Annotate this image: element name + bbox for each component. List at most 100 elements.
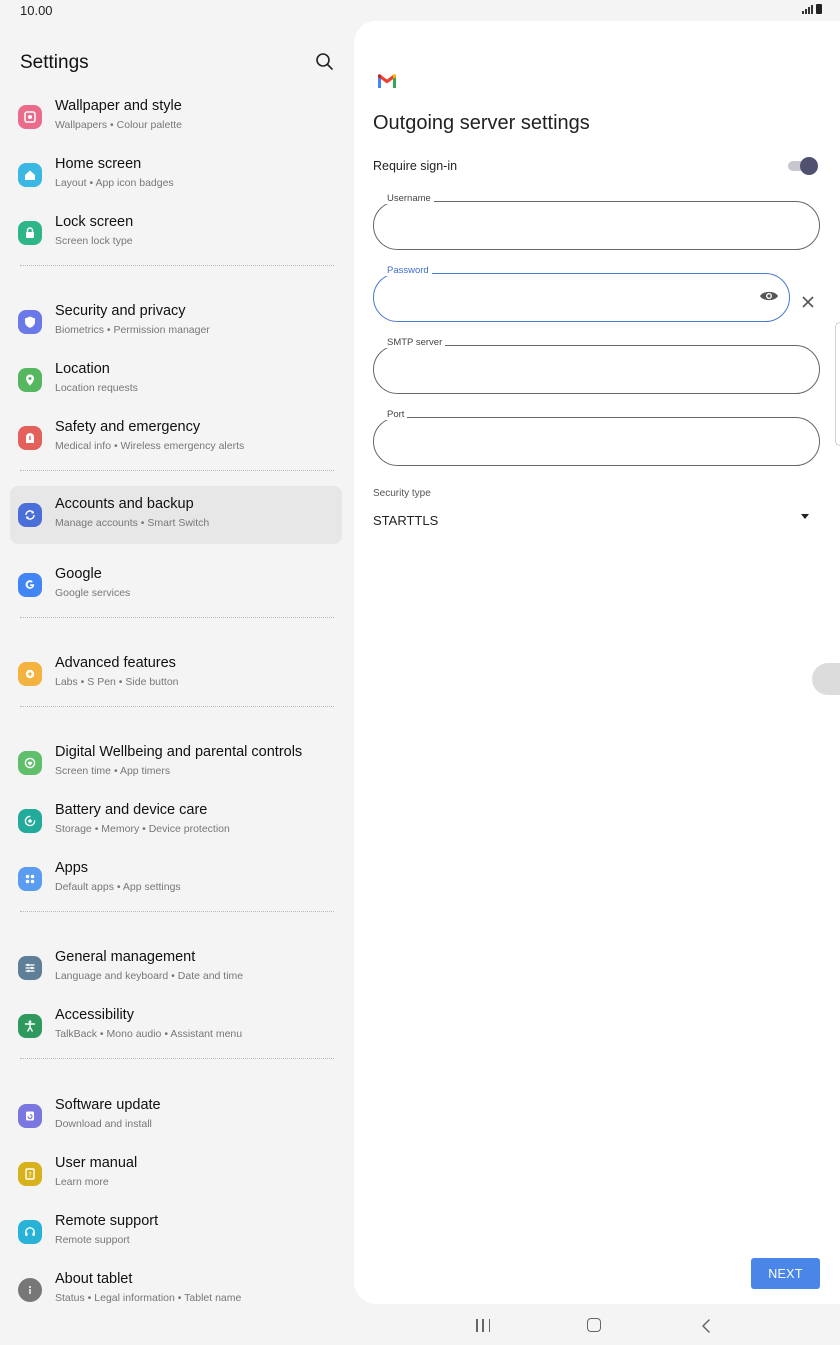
settings-item-title: Software update [55,1097,161,1113]
settings-item-remote-support[interactable]: Remote support Remote support [10,1203,342,1261]
show-password-eye-icon[interactable] [758,288,780,304]
settings-item-lock-screen[interactable]: Lock screen Screen lock type [10,204,342,262]
home-button[interactable] [587,1318,601,1332]
settings-item-subtitle: Google services [55,587,131,599]
settings-item-title: User manual [55,1155,138,1171]
settings-item-subtitle: Language and keyboard • Date and time [55,970,244,982]
divider [20,706,334,707]
headset-icon [18,1220,42,1244]
settings-item-title: About tablet [55,1271,133,1287]
settings-item-title: Remote support [55,1213,159,1229]
settings-item-title: Accounts and backup [55,496,194,512]
wallpaper-icon [18,105,42,129]
settings-item-subtitle: Wallpapers • Colour palette [55,119,183,131]
smtp-server-field[interactable]: SMTP server [373,337,820,394]
settings-item-location[interactable]: Location Location requests [10,351,342,409]
floating-edge-button[interactable] [812,663,840,695]
smtp-server-input[interactable] [388,358,805,382]
battery-icon [816,4,822,14]
signal-icon [802,4,813,14]
toggle-knob [800,157,818,175]
settings-item-subtitle: Medical info • Wireless emergency alerts [55,440,245,452]
settings-item-battery-and-device-care[interactable]: Battery and device care Storage • Memory… [10,792,342,850]
settings-item-title: Wallpaper and style [55,98,182,114]
settings-item-advanced-features[interactable]: Advanced features Labs • S Pen • Side bu… [10,645,342,703]
settings-item-subtitle: Remote support [55,1234,130,1246]
require-signin-label: Require sign-in [373,159,458,173]
settings-item-security-and-privacy[interactable]: Security and privacy Biometrics • Permis… [10,293,342,351]
settings-item-safety-and-emergency[interactable]: Safety and emergency Medical info • Wire… [10,409,342,467]
settings-item-subtitle: Screen lock type [55,235,133,247]
settings-item-title: Apps [55,860,89,876]
settings-item-subtitle: Labs • S Pen • Side button [55,676,179,688]
divider [20,265,334,266]
manual-icon: ? [18,1162,42,1186]
location-pin-icon [18,368,42,392]
status-bar: 10.00 [0,0,840,20]
settings-item-subtitle: Storage • Memory • Device protection [55,823,230,835]
gear-plus-icon [18,662,42,686]
port-field[interactable]: Port [373,409,820,466]
port-input[interactable] [388,430,805,454]
settings-item-digital-wellbeing[interactable]: Digital Wellbeing and parental controls … [10,734,342,792]
password-field[interactable]: Password [373,265,790,322]
status-icons [802,4,822,14]
settings-item-title: Digital Wellbeing and parental controls [55,744,303,760]
security-type-value: STARTTLS [373,513,439,528]
settings-item-user-manual[interactable]: ? User manual Learn more [10,1145,342,1203]
google-icon [18,573,42,597]
settings-item-accessibility[interactable]: Accessibility TalkBack • Mono audio • As… [10,997,342,1055]
emergency-icon [18,426,42,450]
settings-item-apps[interactable]: Apps Default apps • App settings [10,850,342,908]
search-icon[interactable] [314,51,336,73]
sliders-icon [18,956,42,980]
home-icon [18,163,42,187]
divider [20,911,334,912]
settings-item-title: General management [55,949,196,965]
settings-item-subtitle: Learn more [55,1176,109,1188]
port-label: Port [384,409,408,420]
next-button[interactable]: NEXT [751,1258,820,1289]
settings-item-home-screen[interactable]: Home screen Layout • App icon badges [10,146,342,204]
settings-item-title: Location [55,361,110,377]
username-label: Username [384,193,434,204]
username-field[interactable]: Username [373,193,820,250]
settings-item-accounts-and-backup[interactable]: Accounts and backup Manage accounts • Sm… [10,486,342,544]
device-care-icon [18,809,42,833]
settings-panel: Settings Wallpaper and style Wallpapers … [0,20,352,1305]
username-input[interactable] [388,214,805,238]
settings-item-title: Battery and device care [55,802,208,818]
dropdown-arrow-icon [801,514,809,519]
settings-item-google[interactable]: Google Google services [10,556,342,614]
settings-item-title: Safety and emergency [55,419,201,435]
settings-item-subtitle: Default apps • App settings [55,881,181,893]
settings-item-title: Lock screen [55,214,134,230]
settings-item-title: Advanced features [55,655,176,671]
shield-icon [18,310,42,334]
divider [20,617,334,618]
smtp-server-label: SMTP server [384,337,446,348]
sync-icon [18,503,42,527]
settings-item-about-tablet[interactable]: About tablet Status • Legal information … [10,1261,342,1319]
settings-item-subtitle: Biometrics • Permission manager [55,324,210,336]
status-time: 10.00 [20,3,53,18]
accessibility-icon [18,1014,42,1038]
settings-item-title: Security and privacy [55,303,186,319]
lock-icon [18,221,42,245]
divider [20,1058,334,1059]
close-icon[interactable] [801,295,815,309]
recent-apps-button[interactable] [476,1319,490,1332]
back-button[interactable] [700,1318,712,1334]
require-signin-toggle[interactable] [788,157,818,175]
password-input[interactable] [388,286,775,310]
page-title: Outgoing server settings [373,112,590,134]
gmail-logo-icon [377,74,397,89]
settings-item-subtitle: Location requests [55,382,138,394]
settings-item-software-update[interactable]: Software update Download and install [10,1087,342,1145]
settings-item-wallpaper-and-style[interactable]: Wallpaper and style Wallpapers • Colour … [10,88,342,146]
security-type-label: Security type [373,488,431,499]
password-label: Password [384,265,432,276]
edge-panel-handle[interactable] [835,322,840,446]
settings-item-general-management[interactable]: General management Language and keyboard… [10,939,342,997]
settings-item-subtitle: Status • Legal information • Tablet name [55,1292,242,1304]
